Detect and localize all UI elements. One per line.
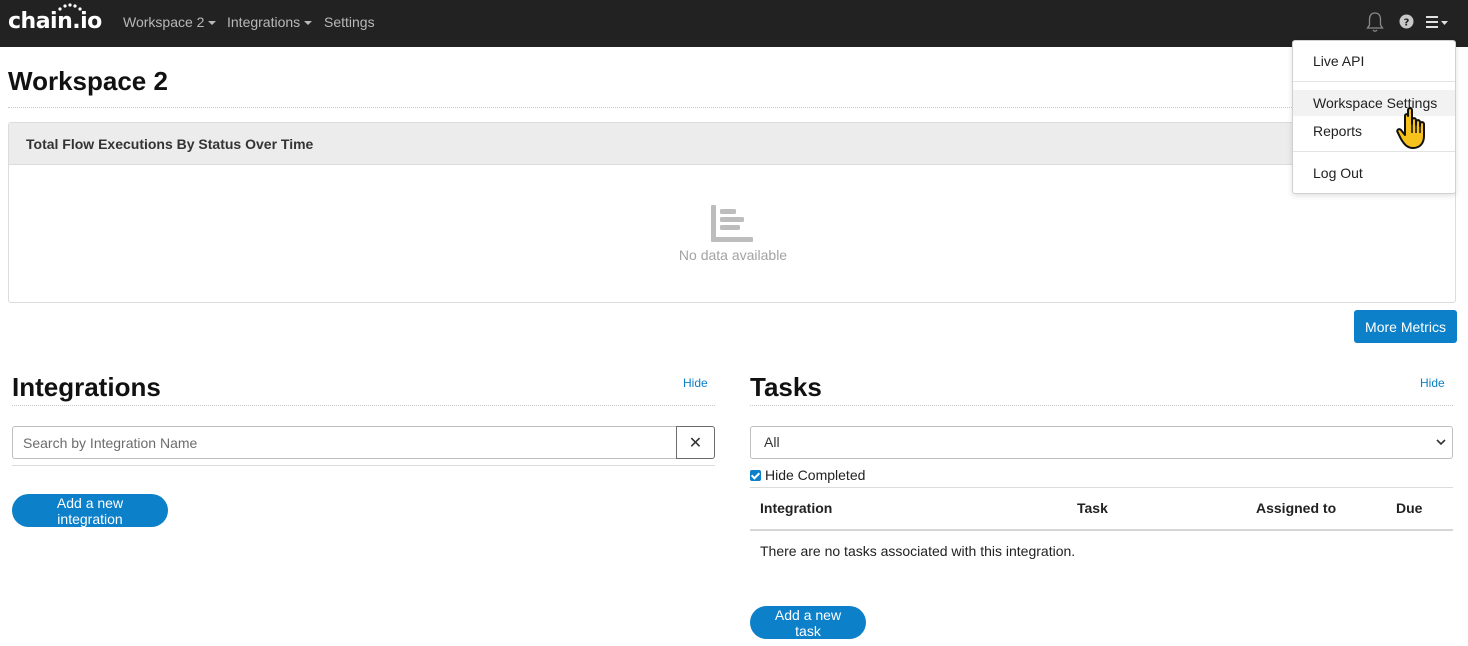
tasks-hide-link[interactable]: Hide [1420,376,1445,390]
hamburger-menu-icon[interactable] [1426,15,1450,29]
tasks-table-top-border [750,487,1453,488]
page-title: Workspace 2 [8,66,168,96]
hide-completed-toggle[interactable]: Hide Completed [750,467,865,483]
more-metrics-button[interactable]: More Metrics [1354,310,1457,343]
hide-completed-label: Hide Completed [765,467,866,483]
bell-icon[interactable] [1366,11,1384,33]
nav-workspace-dropdown[interactable]: Workspace 2 [123,14,217,30]
integrations-list-divider [12,465,715,466]
column-header-assigned-to[interactable]: Assigned to [1256,500,1336,516]
help-icon[interactable]: ? [1399,14,1414,29]
nav-workspace-label: Workspace 2 [123,14,205,30]
caret-down-icon [208,21,217,26]
tasks-divider [750,405,1453,406]
title-divider [8,107,1456,108]
integrations-heading: Integrations [12,372,161,402]
clear-search-button[interactable]: ✕ [676,426,715,459]
menu-item-log-out[interactable]: Log Out [1293,165,1455,181]
column-header-task[interactable]: Task [1077,500,1108,516]
caret-down-icon [304,21,313,26]
nav-integrations-dropdown[interactable]: Integrations [227,14,313,30]
svg-text:?: ? [1404,17,1410,28]
integration-search-group: ✕ [12,426,715,459]
tasks-empty-message: There are no tasks associated with this … [760,543,1076,559]
bar-chart-icon [711,205,753,242]
integration-search-input[interactable] [12,426,677,459]
chevron-down-icon [1436,439,1446,446]
no-data-text: No data available [678,247,788,263]
integrations-divider [12,405,715,406]
menu-item-live-api[interactable]: Live API [1293,53,1455,69]
hand-pointer-cursor-icon [1396,107,1425,149]
nav-settings-link[interactable]: Settings [324,14,375,30]
top-navbar: chain.io Workspace 2 Integrations Settin… [0,0,1468,47]
add-integration-button[interactable]: Add a new integration [12,494,168,527]
column-header-integration[interactable]: Integration [760,500,832,516]
card-header: Total Flow Executions By Status Over Tim… [9,123,1455,165]
menu-divider [1293,81,1455,82]
tasks-table-header-border [750,529,1453,531]
task-filter-value: All [764,434,780,450]
column-header-due[interactable]: Due [1396,500,1422,516]
hide-completed-checkbox[interactable] [750,469,761,481]
integrations-hide-link[interactable]: Hide [683,376,708,390]
brand-dots-icon [58,3,82,11]
nav-integrations-label: Integrations [227,14,301,30]
tasks-heading: Tasks [750,372,822,402]
add-task-button[interactable]: Add a new task [750,606,866,639]
brand-logo[interactable]: chain.io [8,3,102,34]
task-filter-select[interactable]: All [750,426,1453,459]
flow-executions-card: Total Flow Executions By Status Over Tim… [8,122,1456,303]
